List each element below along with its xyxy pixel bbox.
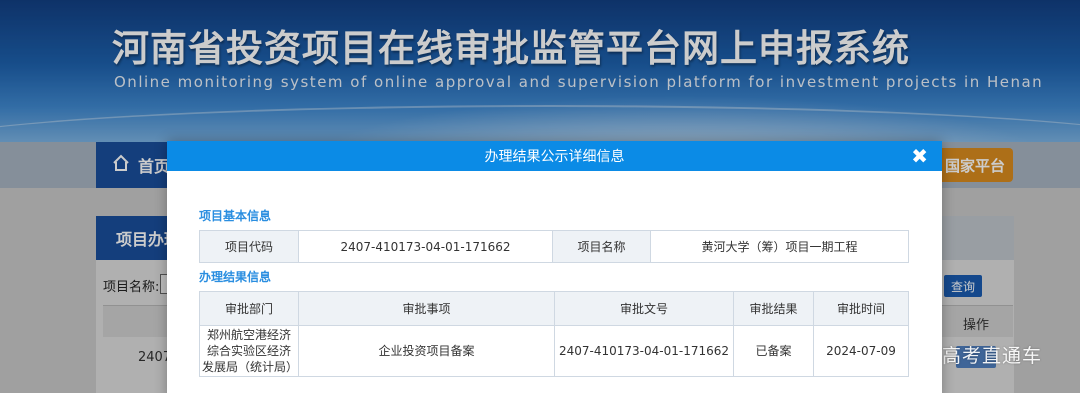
site-subtitle: Online monitoring system of online appro…	[114, 73, 1044, 91]
dialog-header: 办理结果公示详细信息 ✖	[167, 141, 942, 171]
cell-department: 郑州航空港经济综合实验区经济发展局（统计局）	[199, 325, 299, 377]
operation-column-header: 操作	[963, 318, 990, 333]
column-header-doc-number: 审批文号	[554, 291, 734, 326]
result-info-table: 审批部门 审批事项 审批文号 审批结果 审批时间 郑州航空港经济综合实验区经济发…	[199, 291, 909, 377]
cell-item: 企业投资项目备案	[298, 325, 555, 377]
header-banner: 河南省投资项目在线审批监管平台网上申报系统 Online monitoring …	[0, 0, 1080, 142]
nav-home-label: 首页	[138, 157, 171, 176]
column-header-result: 审批结果	[733, 291, 814, 326]
cell-date: 2024-07-09	[813, 325, 909, 377]
column-header-date: 审批时间	[813, 291, 909, 326]
cell-result: 已备案	[733, 325, 814, 377]
close-icon[interactable]: ✖	[911, 144, 928, 168]
dialog-title: 办理结果公示详细信息	[484, 149, 625, 165]
basic-info-table: 项目代码 2407-410173-04-01-171662 项目名称 黄河大学（…	[199, 230, 909, 263]
watermark-text: 高考直通车	[942, 345, 1043, 367]
nav-home[interactable]: 首页	[96, 142, 176, 188]
table-row: 郑州航空港经济综合实验区经济发展局（统计局） 企业投资项目备案 2407-410…	[199, 325, 909, 377]
query-button[interactable]: 查询	[944, 275, 982, 297]
project-code-label: 项目代码	[199, 230, 299, 263]
basic-info-section-title: 项目基本信息	[199, 209, 272, 223]
project-code-value: 2407-410173-04-01-171662	[298, 230, 553, 263]
search-label: 项目名称:	[103, 280, 160, 295]
column-header-item: 审批事项	[298, 291, 555, 326]
result-info-section-title: 办理结果信息	[199, 270, 272, 284]
project-name-label: 项目名称	[552, 230, 651, 263]
project-name-value: 黄河大学（筹）项目一期工程	[650, 230, 909, 263]
home-icon	[112, 154, 130, 176]
result-detail-dialog: 办理结果公示详细信息 ✖ 项目基本信息 项目代码 2407-410173-04-…	[167, 141, 942, 393]
site-title: 河南省投资项目在线审批监管平台网上申报系统	[112, 27, 910, 70]
national-platform-button[interactable]: 国家平台	[936, 148, 1013, 182]
column-header-department: 审批部门	[199, 291, 299, 326]
cell-doc-number: 2407-410173-04-01-171662	[554, 325, 734, 377]
